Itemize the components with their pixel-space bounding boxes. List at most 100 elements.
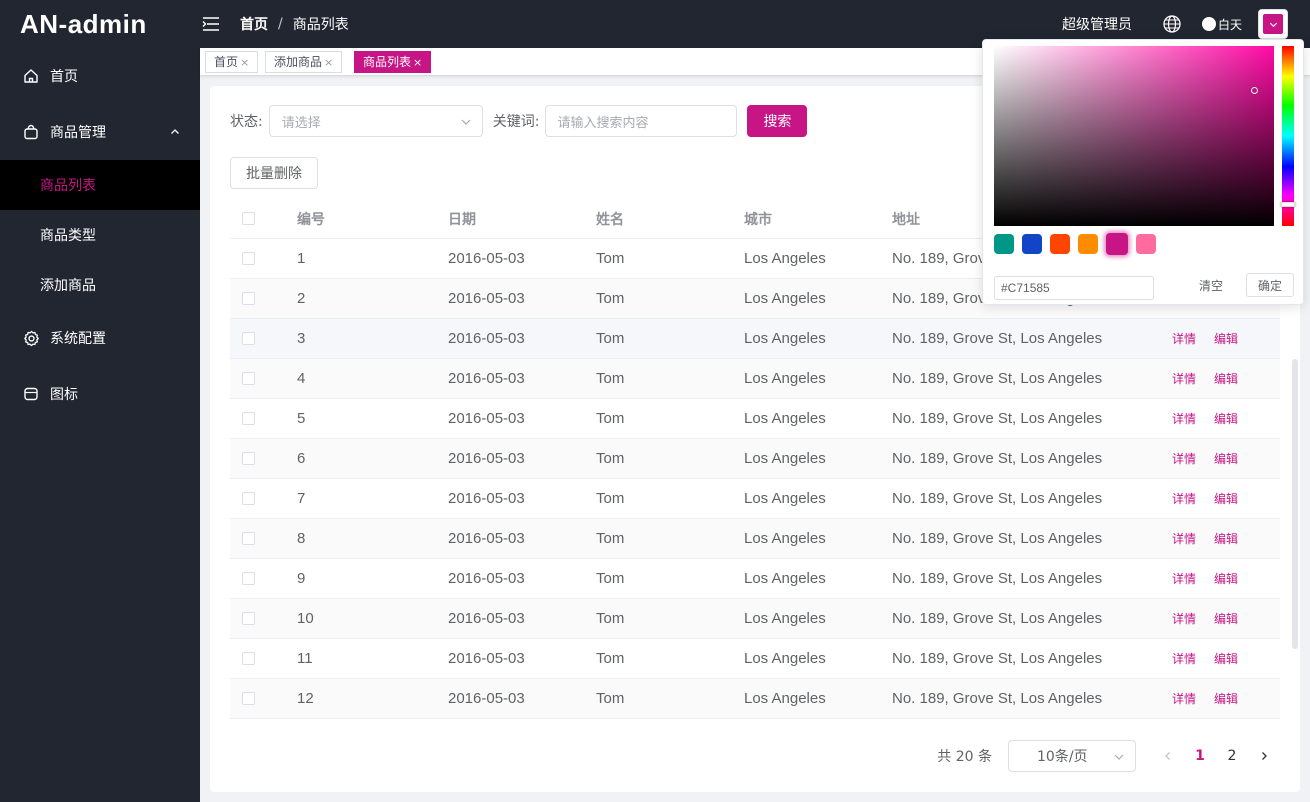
cell-city: Los Angeles [744, 250, 826, 267]
preset-swatch[interactable] [1078, 234, 1098, 254]
preset-swatch[interactable] [1050, 234, 1070, 254]
edit-link[interactable]: 编辑 [1214, 330, 1238, 347]
saturation-panel[interactable] [994, 46, 1274, 226]
hex-input[interactable]: #C71585 [994, 276, 1154, 300]
preset-swatch[interactable] [1136, 234, 1156, 254]
row-checkbox[interactable] [242, 372, 255, 385]
detail-link[interactable]: 详情 [1172, 610, 1196, 627]
page-number[interactable]: 1 [1184, 740, 1216, 772]
close-icon[interactable]: × [413, 56, 422, 69]
preset-swatch[interactable] [1022, 234, 1042, 254]
sidebar-item-home[interactable]: 首页 [0, 48, 200, 104]
row-checkbox[interactable] [242, 612, 255, 625]
column-header[interactable]: 地址 [892, 209, 920, 229]
preset-swatch[interactable] [994, 234, 1014, 254]
menu-fold-icon[interactable] [202, 15, 220, 33]
column-header[interactable]: 编号 [297, 209, 325, 229]
breadcrumb-item[interactable]: 首页 [240, 14, 268, 34]
detail-link[interactable]: 详情 [1172, 370, 1196, 387]
cell-name: Tom [596, 370, 625, 387]
row-checkbox[interactable] [242, 292, 255, 305]
select-all-checkbox[interactable] [242, 212, 255, 225]
table-row[interactable]: 9 2016-05-03 Tom Los Angeles No. 189, Grove … [230, 559, 1280, 599]
detail-link[interactable]: 详情 [1172, 490, 1196, 507]
tag-home[interactable]: 首页 × [205, 51, 259, 73]
table-row[interactable]: 10 2016-05-03 Tom Los Angeles No. 189, Grove… [230, 599, 1280, 639]
sidebar-item-icons[interactable]: 图标 [0, 366, 200, 422]
globe-icon[interactable] [1162, 14, 1182, 34]
edit-link[interactable]: 编辑 [1214, 570, 1238, 587]
theme-switch[interactable]: 白天 [1201, 16, 1242, 33]
hue-thumb[interactable] [1281, 202, 1295, 207]
detail-link[interactable]: 详情 [1172, 570, 1196, 587]
edit-link[interactable]: 编辑 [1214, 410, 1238, 427]
edit-link[interactable]: 编辑 [1214, 530, 1238, 547]
tag-add-goods[interactable]: 添加商品 × [265, 51, 343, 73]
color-picker-trigger[interactable] [1258, 9, 1288, 39]
close-icon[interactable]: × [324, 56, 333, 69]
table-row[interactable]: 8 2016-05-03 Tom Los Angeles No. 189, Grove … [230, 519, 1280, 559]
table-row[interactable]: 6 2016-05-03 Tom Los Angeles No. 189, Grove … [230, 439, 1280, 479]
hue-slider[interactable] [1281, 46, 1295, 226]
edit-link[interactable]: 编辑 [1214, 370, 1238, 387]
edit-link[interactable]: 编辑 [1214, 450, 1238, 467]
confirm-button[interactable]: 确定 [1246, 273, 1294, 297]
column-header[interactable]: 姓名 [596, 209, 624, 229]
close-icon[interactable]: × [240, 56, 249, 69]
detail-link[interactable]: 详情 [1172, 690, 1196, 707]
prev-page-icon[interactable] [1152, 740, 1184, 772]
edit-link[interactable]: 编辑 [1214, 690, 1238, 707]
column-header[interactable]: 城市 [744, 209, 772, 229]
sidebar-subitem-goods-list[interactable]: 商品列表 [0, 160, 200, 210]
detail-link[interactable]: 详情 [1172, 530, 1196, 547]
row-checkbox[interactable] [242, 532, 255, 545]
user-name[interactable]: 超级管理员 [1062, 14, 1132, 34]
sidebar-subitem-add-goods[interactable]: 添加商品 [0, 260, 200, 310]
preset-swatch[interactable] [1106, 233, 1128, 255]
preset-colors [994, 233, 1156, 255]
sidebar-item-goods-management[interactable]: 商品管理 [0, 104, 200, 160]
saturation-cursor[interactable] [1251, 87, 1258, 94]
status-select[interactable]: 请选择 [268, 105, 483, 137]
next-page-icon[interactable] [1248, 740, 1280, 772]
cell-id: 7 [297, 490, 306, 507]
cell-city: Los Angeles [744, 410, 826, 427]
row-checkbox[interactable] [242, 332, 255, 345]
cell-date: 2016-05-03 [448, 690, 525, 707]
detail-link[interactable]: 详情 [1172, 410, 1196, 427]
keyword-input[interactable]: 请输入搜索内容 [545, 105, 738, 137]
row-checkbox[interactable] [242, 492, 255, 505]
row-checkbox[interactable] [242, 412, 255, 425]
sidebar-subitem-goods-type[interactable]: 商品类型 [0, 210, 200, 260]
detail-link[interactable]: 详情 [1172, 330, 1196, 347]
batch-delete-button[interactable]: 批量删除 [230, 157, 318, 189]
tag-goods-list[interactable]: 商品列表 × [354, 51, 432, 73]
page-size-select[interactable]: 10条/页 [1008, 740, 1136, 772]
table-scrollbar[interactable] [1292, 359, 1298, 649]
cell-id: 1 [297, 250, 306, 267]
table-row[interactable]: 7 2016-05-03 Tom Los Angeles No. 189, Grove … [230, 479, 1280, 519]
table-row[interactable]: 5 2016-05-03 Tom Los Angeles No. 189, Grove … [230, 399, 1280, 439]
table-row[interactable]: 3 2016-05-03 Tom Los Angeles No. 189, Grove … [230, 319, 1280, 359]
table-row[interactable]: 4 2016-05-03 Tom Los Angeles No. 189, Grove … [230, 359, 1280, 399]
pagination: 共 20 条 10条/页 1 2 [937, 740, 1280, 772]
sidebar-item-system-config[interactable]: 系统配置 [0, 310, 200, 366]
detail-link[interactable]: 详情 [1172, 450, 1196, 467]
clear-button[interactable]: 清空 [1199, 277, 1223, 294]
edit-link[interactable]: 编辑 [1214, 610, 1238, 627]
column-header[interactable]: 日期 [448, 209, 476, 229]
row-checkbox[interactable] [242, 692, 255, 705]
row-checkbox[interactable] [242, 652, 255, 665]
table-row[interactable]: 12 2016-05-03 Tom Los Angeles No. 189, Grove… [230, 679, 1280, 719]
table-row[interactable]: 11 2016-05-03 Tom Los Angeles No. 189, Grove… [230, 639, 1280, 679]
cell-name: Tom [596, 610, 625, 627]
cell-name: Tom [596, 250, 625, 267]
edit-link[interactable]: 编辑 [1214, 650, 1238, 667]
detail-link[interactable]: 详情 [1172, 650, 1196, 667]
edit-link[interactable]: 编辑 [1214, 490, 1238, 507]
row-checkbox[interactable] [242, 452, 255, 465]
row-checkbox[interactable] [242, 572, 255, 585]
search-button[interactable]: 搜索 [747, 105, 808, 137]
row-checkbox[interactable] [242, 252, 255, 265]
page-number[interactable]: 2 [1216, 740, 1248, 772]
